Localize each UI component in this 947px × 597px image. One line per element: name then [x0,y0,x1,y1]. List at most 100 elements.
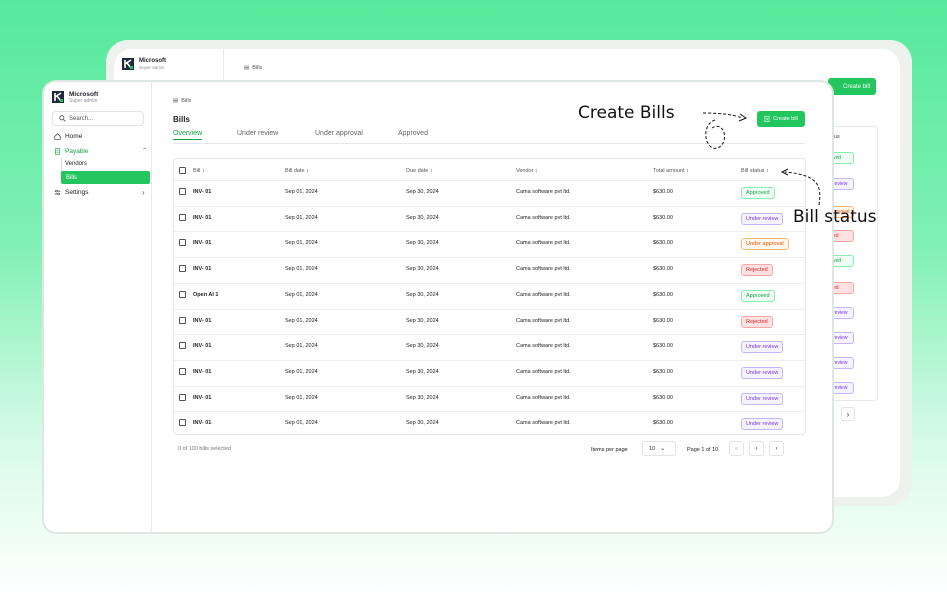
row-checkbox[interactable] [179,290,186,298]
row-checkbox[interactable] [179,419,186,427]
table-row[interactable]: INV- 01 Sep 01, 2024 Sep 30, 2024 Cama soft… [174,257,805,283]
column-header-bill[interactable]: Bill ↕ [193,168,205,174]
selection-count: 0 of 100 bills selected [178,446,231,452]
cell-bill-date: Sep 01, 2024 [285,394,318,401]
settings-icon [54,189,61,196]
cell-amount: $630.00 [653,291,673,298]
background-role: Super admin [139,65,165,70]
table-row[interactable]: INV- 01 Sep 01, 2024 Sep 30, 2024 Cama soft… [174,231,805,257]
cell-bill-date: Sep 01, 2024 [285,214,318,221]
file-icon: ▤ [173,98,179,104]
tab-under-review[interactable]: Under review [237,130,278,137]
table-row[interactable]: INV- 01 Sep 01, 2024 Sep 30, 2024 Cama soft… [174,334,805,360]
user-role: Super admin [69,98,98,104]
cell-vendor: Cama software pvt ltd. [516,189,571,195]
column-header-bill-date[interactable]: Bill date ↕ [285,168,309,174]
cell-due-date: Sep 30, 2024 [406,189,439,195]
sidebar-item-label: Settings [65,189,89,196]
submenu-line [61,158,62,172]
row-checkbox[interactable] [179,188,186,195]
items-per-page-value: 10 [649,445,656,452]
search-input[interactable]: Search... [52,111,144,126]
sidebar-item-payable[interactable]: Payable [54,148,89,155]
cell-bill: INV- 01 [193,240,212,247]
select-all-checkbox[interactable] [179,167,186,174]
plus-file-icon [764,116,770,122]
items-per-page-select[interactable]: 10 ⌄ [642,441,676,456]
tab-approved[interactable]: Approved [398,130,428,137]
table-row[interactable]: INV- 01 Sep 01, 2024 Sep 30, 2024 Cama soft… [174,206,805,232]
sidebar: Microsoft Super admin Search... Home Pay… [44,82,152,532]
next-page-button[interactable]: › [769,441,784,456]
cell-bill: INV- 01 [193,266,212,273]
brand-name: Microsoft [69,91,99,98]
sidebar-item-home[interactable]: Home [54,133,82,140]
cell-due-date: Sep 30, 2024 [406,343,439,350]
file-icon [55,148,60,155]
cell-due-date: Sep 30, 2024 [406,291,439,298]
background-create-bill-label: Create bill [842,83,870,90]
status-badge: Approved [741,187,775,199]
cell-due-date: Sep 30, 2024 [406,240,439,247]
file-icon: ▤ [244,65,250,71]
chevron-up-icon[interactable]: ⌃ [142,147,147,154]
breadcrumb: ▤ Bills [173,98,191,104]
items-per-page-label: Items per page [591,447,628,453]
cell-bill-date: Sep 01, 2024 [285,240,318,247]
tab-overview[interactable]: Overview [173,130,203,140]
first-page-button[interactable]: « [729,441,744,456]
cell-bill-date: Sep 01, 2024 [285,368,318,375]
row-checkbox[interactable] [179,316,186,324]
table-row[interactable]: INV- 01 Sep 01, 2024 Sep 30, 2024 Cama soft… [174,180,805,206]
column-header-vendor[interactable]: Vendor ↕ [516,168,538,174]
status-badge: Approved [741,289,775,302]
cell-bill: INV- 01 [193,343,212,350]
row-checkbox[interactable] [179,239,186,247]
status-badge: Under approval [741,238,789,251]
column-header-bill-status[interactable]: Bill status ↕ [741,168,769,174]
tabs-divider [173,143,805,144]
search-placeholder: Search... [69,115,94,122]
column-header-total-amount[interactable]: Total amount ↕ [653,168,689,174]
prev-page-button[interactable]: ‹ [749,441,764,456]
table-row[interactable]: INV- 01 Sep 01, 2024 Sep 30, 2024 Cama soft… [174,360,805,386]
sidebar-item-label: Payable [65,148,89,155]
table-row[interactable]: INV- 01 Sep 01, 2024 Sep 30, 2024 Cama soft… [174,386,805,412]
sidebar-item-bills[interactable]: Bills [61,171,150,184]
sidebar-item-vendors[interactable]: Vendors [65,161,87,167]
status-badge: Under review [741,366,784,379]
row-checkbox[interactable] [179,213,186,221]
cell-amount: $630.00 [653,214,673,221]
create-bill-label: Create bill [773,116,798,122]
row-checkbox[interactable] [179,393,186,401]
chevron-right-icon[interactable]: › [142,188,145,197]
cell-due-date: Sep 30, 2024 [406,420,439,427]
cell-amount: $630.00 [653,343,673,350]
table-row[interactable]: INV- 01 Sep 01, 2024 Sep 30, 2024 Cama soft… [174,309,805,335]
table-row[interactable]: INV- 01 Sep 01, 2024 Sep 30, 2024 Cama soft… [174,411,805,437]
background-next-page-button: › [841,407,855,421]
cell-bill: INV- 01 [193,189,212,195]
cell-vendor: Cama software pvt ltd. [516,240,571,247]
status-badge: Rejected [741,315,773,328]
cell-vendor: Cama software pvt ltd. [516,343,571,350]
row-checkbox[interactable] [179,367,186,375]
sidebar-item-settings[interactable]: Settings [54,189,89,196]
background-brand: Microsoft [139,58,166,64]
create-bill-button[interactable]: Create bill [757,111,805,127]
cell-vendor: Cama software pvt ltd. [516,368,571,375]
column-header-due-date[interactable]: Due date ↕ [406,168,433,174]
cell-due-date: Sep 30, 2024 [406,394,439,401]
page-info: Page 1 of 10 [687,447,719,453]
cell-vendor: Cama software pvt ltd. [516,291,571,298]
cell-bill: INV- 01 [193,368,212,375]
logo-icon [52,91,64,103]
cell-amount: $630.00 [653,240,673,247]
annotation-create-bills: Create Bills [578,103,675,123]
tab-under-approval[interactable]: Under approval [315,130,363,137]
breadcrumb-item[interactable]: Bills [181,98,191,104]
row-checkbox[interactable] [179,265,186,273]
table-row[interactable]: Open AI 1 Sep 01, 2024 Sep 30, 2024 Cama so… [174,283,805,309]
cell-amount: $630.00 [653,368,673,375]
row-checkbox[interactable] [179,342,186,350]
